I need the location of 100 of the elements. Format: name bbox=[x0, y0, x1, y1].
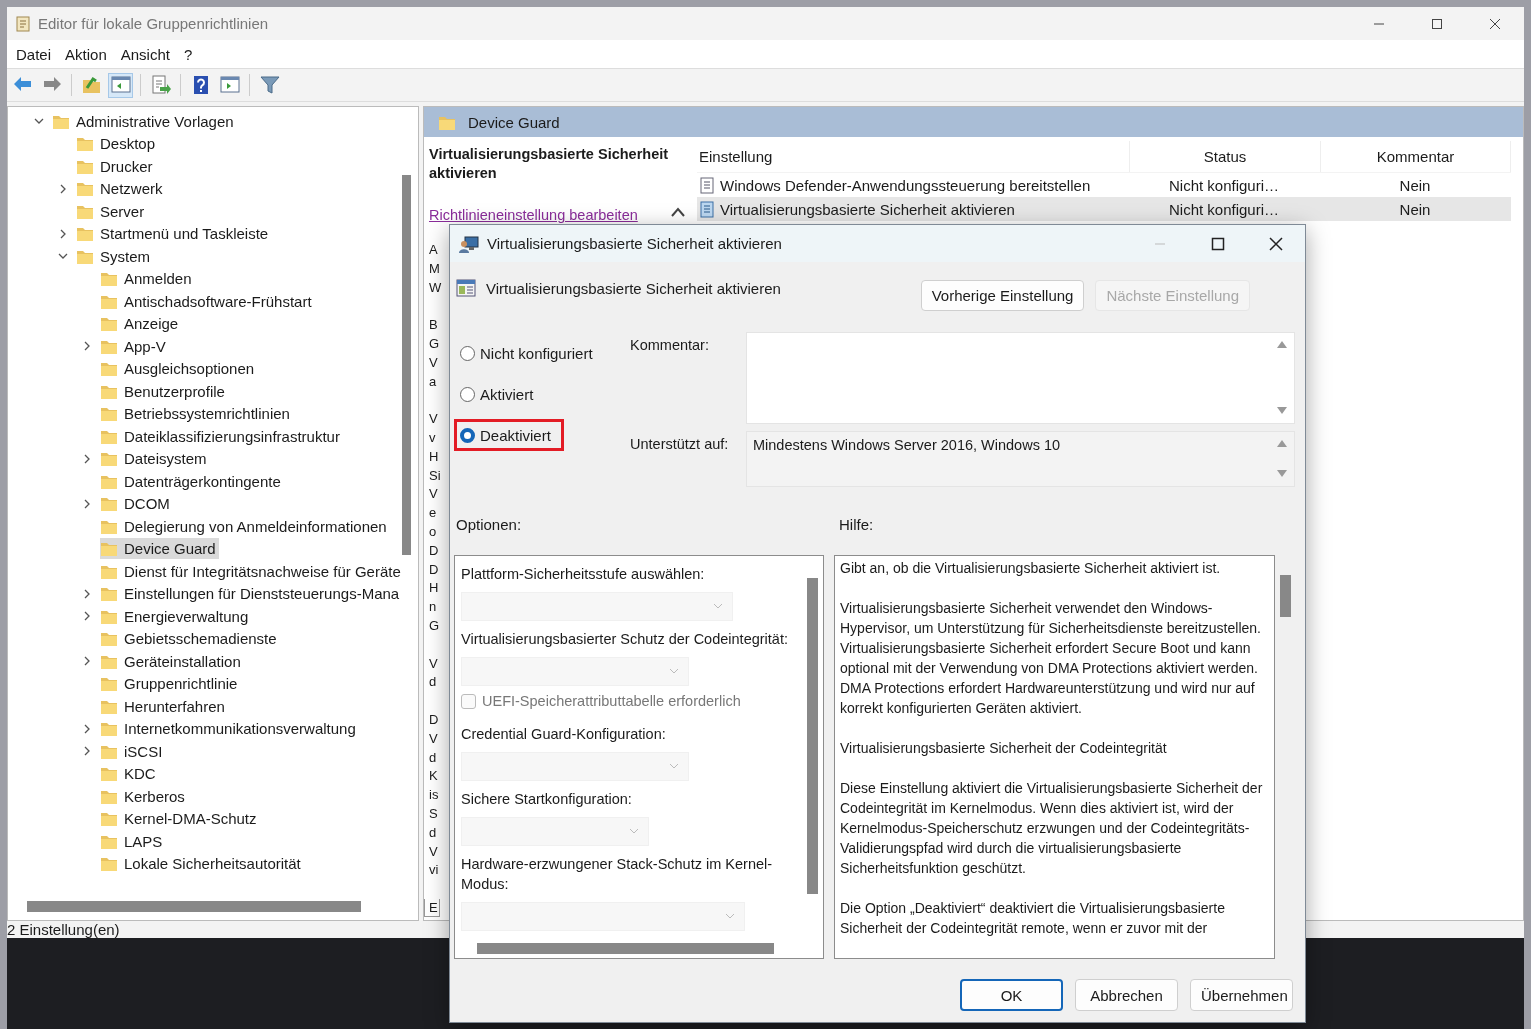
help-text: Virtualisierungsbasierte Sicherheit verwendet den Windows-Hypervisor, um Unterstützung für Sicherheitsdienste bereitzustellen. Virtualisierungsbasierte Sicherheit erfordert Secure Boot und kann optional mit der Verwendung von DMA Protections aktiviert werden. DMA Protections erfordert Hardwareunterstützung und wird nur auf korrekt konfigurierten Geräten aktiviert. bbox=[840, 599, 1262, 718]
scrollbar-thumb[interactable] bbox=[807, 578, 818, 894]
pane-title: Device Guard bbox=[468, 113, 560, 131]
description-text: is bbox=[429, 786, 440, 805]
tree-item[interactable]: Startmenü und Taskleiste bbox=[76, 223, 272, 245]
tree-item[interactable]: Device Guard bbox=[100, 538, 219, 560]
tree-item[interactable]: Netzwerk bbox=[76, 178, 166, 200]
folder-icon bbox=[100, 765, 118, 783]
tree-item[interactable]: Anzeige bbox=[100, 313, 182, 335]
scrollbar-thumb[interactable] bbox=[402, 175, 411, 555]
tree-item[interactable]: Dateiklassifizierungsinfrastruktur bbox=[100, 425, 343, 447]
tree-item[interactable]: Betriebssystemrichtlinien bbox=[100, 403, 293, 425]
description-text: d bbox=[429, 823, 438, 842]
apply-button[interactable]: Übernehmen bbox=[1190, 979, 1293, 1011]
tree-item[interactable]: Desktop bbox=[76, 133, 159, 155]
list-row[interactable]: Windows Defender-Anwendungssteuerung bereitstellen Nicht konfiguri… Nein bbox=[697, 173, 1511, 197]
scroll-down-icon bbox=[1277, 407, 1287, 414]
chevron-right-icon[interactable] bbox=[82, 498, 92, 509]
tree-item[interactable]: Gruppenrichtlinie bbox=[100, 673, 241, 695]
console-tree-button[interactable] bbox=[108, 72, 133, 98]
option-label: Sichere Startkonfiguration: bbox=[461, 790, 633, 809]
tree-item[interactable]: Server bbox=[76, 200, 148, 222]
chevron-right-icon[interactable] bbox=[82, 723, 92, 734]
tree-item[interactable]: LAPS bbox=[100, 830, 166, 852]
description-text: A bbox=[429, 241, 439, 259]
column-header[interactable]: Kommentar bbox=[1321, 141, 1511, 172]
description-text: M bbox=[429, 259, 441, 278]
description-text: D bbox=[429, 710, 440, 729]
menu-item[interactable]: Aktion bbox=[58, 45, 114, 63]
chevron-right-icon[interactable] bbox=[82, 588, 92, 599]
tree-item[interactable]: App-V bbox=[100, 335, 169, 357]
window-panel-icon bbox=[218, 74, 241, 96]
tree-item[interactable]: Delegierung von Anmeldeinformationen bbox=[100, 515, 390, 537]
tree-item[interactable]: Geräteinstallation bbox=[100, 650, 244, 672]
tree-item[interactable]: Einstellungen für Dienststeuerungs-Mana bbox=[100, 583, 403, 605]
previous-setting-button[interactable]: Vorherige Einstellung bbox=[920, 280, 1085, 311]
policy-name: Virtualisierungsbasierte Sicherheit aktivieren bbox=[486, 279, 781, 297]
column-header[interactable]: Einstellung bbox=[697, 141, 1130, 172]
scrollbar-thumb[interactable] bbox=[27, 901, 361, 912]
folder-icon bbox=[100, 405, 118, 423]
tree-item[interactable]: Datenträgerkontingente bbox=[100, 470, 284, 492]
tree-item[interactable]: Dienst für Integritätsnachweise für Geräte bbox=[100, 560, 404, 582]
chevron-right-icon[interactable] bbox=[82, 746, 92, 757]
dialog-title: Virtualisierungsbasierte Sicherheit aktivieren bbox=[487, 235, 782, 252]
chevron-right-icon[interactable] bbox=[82, 611, 92, 622]
description-text: B bbox=[429, 316, 439, 335]
tree-item[interactable]: Gebietsschemadienste bbox=[100, 628, 280, 650]
cancel-button[interactable]: Abbrechen bbox=[1075, 979, 1178, 1011]
table-cell: Nicht konfiguri… bbox=[1168, 176, 1279, 194]
tree-item[interactable]: Anmelden bbox=[100, 268, 195, 290]
tree-item[interactable]: Administrative Vorlagen bbox=[52, 110, 237, 132]
tree-item[interactable]: Kerberos bbox=[100, 785, 188, 807]
list-row[interactable]: Virtualisierungsbasierte Sicherheit aktivieren Nicht konfiguri… Nein bbox=[697, 197, 1511, 221]
tree-item[interactable]: Dateisystem bbox=[100, 448, 210, 470]
tree-item[interactable]: Internetkommunikationsverwaltung bbox=[100, 718, 359, 740]
option-label: Plattform-Sicherheitsstufe auswählen: bbox=[461, 565, 706, 584]
scrollbar-thumb[interactable] bbox=[1280, 575, 1291, 617]
radio-button[interactable]: Aktiviert bbox=[454, 378, 547, 410]
tree-item[interactable]: Ausgleichsoptionen bbox=[100, 358, 258, 380]
scroll-up-icon bbox=[1277, 440, 1287, 447]
chevron-right-icon[interactable] bbox=[58, 228, 68, 239]
table-cell: Windows Defender-Anwendungssteuerung bereitstellen bbox=[720, 176, 1091, 194]
folder-icon bbox=[100, 540, 118, 558]
chevron-right-icon[interactable] bbox=[58, 183, 68, 194]
ok-button[interactable]: OK bbox=[960, 979, 1063, 1011]
menu-item[interactable]: ? bbox=[176, 45, 200, 63]
description-text: V bbox=[429, 842, 439, 861]
policy-title: Virtualisierungsbasierte Sicherheit aktivieren bbox=[429, 145, 670, 183]
folder-icon bbox=[100, 630, 118, 648]
radio-button[interactable]: Nicht konfiguriert bbox=[454, 337, 606, 369]
description-text: a bbox=[429, 372, 438, 391]
edit-policy-link[interactable]: Richtlinieneinstellung bearbeiten bbox=[429, 207, 679, 223]
tree-item[interactable]: DCOM bbox=[100, 493, 173, 515]
chevron-right-icon[interactable] bbox=[82, 453, 92, 464]
help-text: Die Option „Deaktiviert“ deaktiviert die Virtualisierungsbasierte Sicherheit der Codeintegrität remote, wenn er zuvor mit der bbox=[840, 899, 1226, 938]
table-cell: Virtualisierungsbasierte Sicherheit aktivieren bbox=[720, 200, 1015, 218]
scrollbar-thumb[interactable] bbox=[477, 943, 774, 954]
tree-item[interactable]: System bbox=[76, 245, 153, 267]
chevron-right-icon[interactable] bbox=[82, 341, 92, 352]
chevron-down-icon bbox=[726, 914, 734, 919]
menu-item[interactable]: Datei bbox=[9, 45, 59, 63]
tree-item[interactable]: iSCSI bbox=[100, 740, 166, 762]
tree-item[interactable]: Herunterfahren bbox=[100, 695, 228, 717]
tree-item[interactable]: Benutzerprofile bbox=[100, 380, 228, 402]
tree-item[interactable]: KDC bbox=[100, 763, 159, 785]
tree-item[interactable]: Antischadsoftware-Frühstart bbox=[100, 290, 315, 312]
tree-item[interactable]: Kernel-DMA-Schutz bbox=[100, 808, 260, 830]
tree-item[interactable]: Energieverwaltung bbox=[100, 605, 252, 627]
comment-field[interactable] bbox=[746, 332, 1295, 424]
section-label: Optionen: bbox=[455, 515, 523, 533]
tab[interactable]: E bbox=[424, 899, 440, 917]
radio-button[interactable]: Deaktiviert bbox=[454, 419, 564, 451]
chevron-down-icon bbox=[630, 829, 638, 834]
chevron-right-icon[interactable] bbox=[82, 656, 92, 667]
description-text: K bbox=[429, 767, 439, 786]
chevron-down-icon bbox=[670, 764, 678, 769]
menu-item[interactable]: Ansicht bbox=[113, 45, 177, 63]
tree-item[interactable]: Drucker bbox=[76, 155, 156, 177]
tree-item[interactable]: Lokale Sicherheitsautorität bbox=[100, 853, 304, 875]
column-header[interactable]: Status bbox=[1130, 141, 1321, 172]
